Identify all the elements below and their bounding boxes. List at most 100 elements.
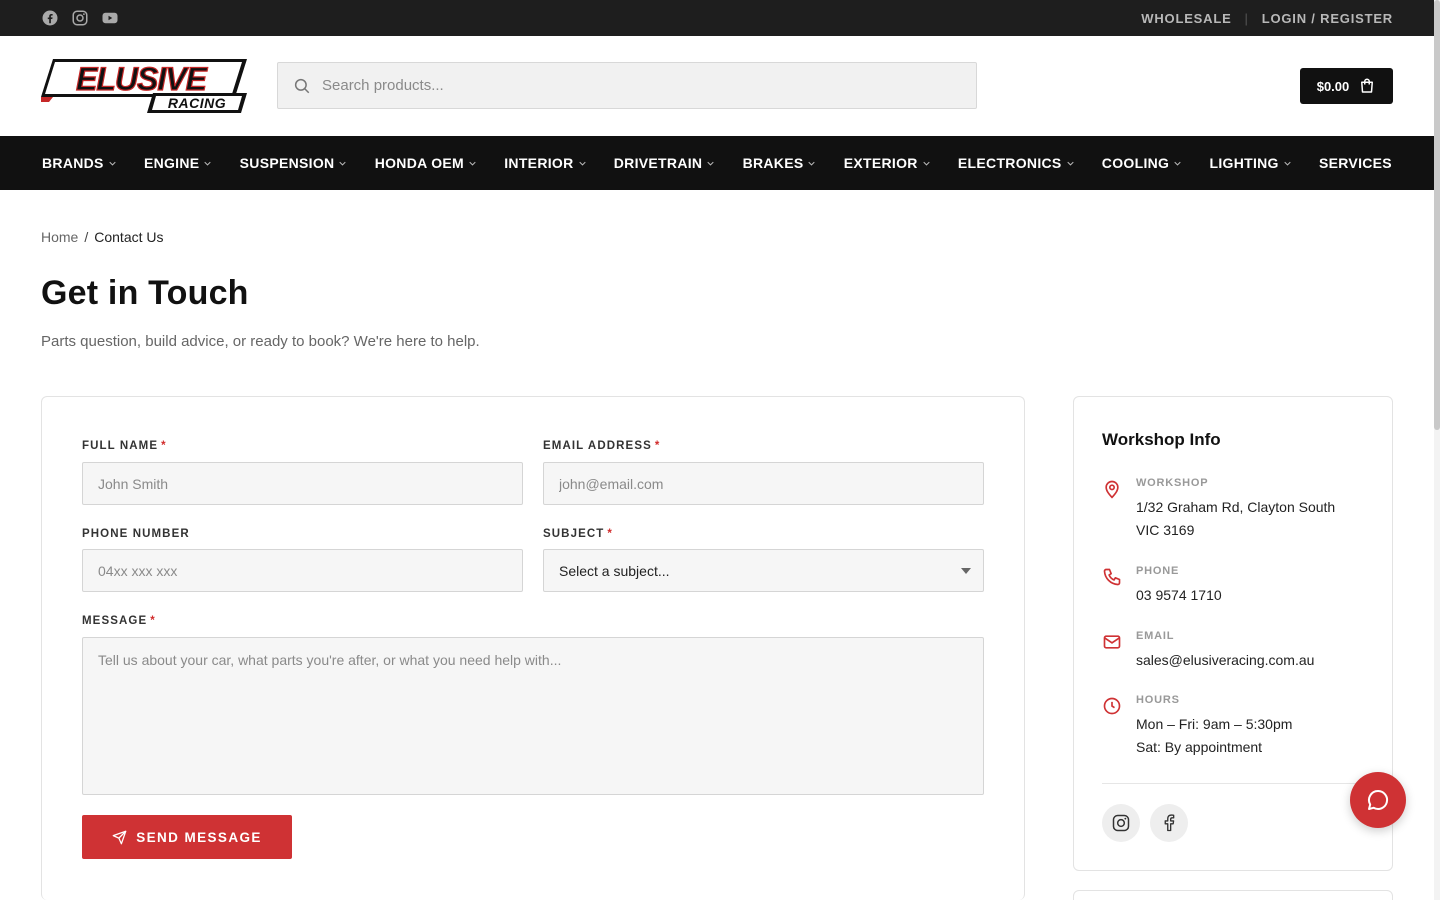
phone-label-text: PHONE NUMBER — [82, 528, 190, 540]
message-label: MESSAGE * — [82, 615, 156, 627]
subject-label: SUBJECT * — [543, 528, 613, 540]
nav-item-brands[interactable]: BRANDS — [42, 155, 116, 171]
top-link-separator: | — [1244, 10, 1249, 26]
map-pin-icon — [1105, 480, 1119, 499]
email-label-text: EMAIL ADDRESS — [543, 440, 652, 452]
workshop-info-card: Workshop Info WORKSHOP 1/32 Graham Rd, C… — [1073, 396, 1393, 871]
subject-select[interactable]: Select a subject... — [543, 549, 984, 592]
workshop-info-title: Workshop Info — [1102, 430, 1221, 449]
svg-text:RACING: RACING — [168, 95, 226, 111]
email-input[interactable] — [543, 462, 984, 505]
youtube-icon[interactable] — [101, 9, 119, 27]
email-label: EMAIL — [1136, 630, 1175, 642]
workshop-address: WORKSHOP 1/32 Graham Rd, Clayton South V… — [1102, 477, 1335, 542]
facebook-icon[interactable] — [1150, 804, 1188, 842]
nav-item-exterior[interactable]: EXTERIOR — [844, 155, 930, 171]
chevron-down-icon — [1174, 161, 1181, 166]
site-header: ELUSIVE RACING $0.00 — [0, 36, 1440, 136]
top-social-links — [41, 9, 119, 27]
nav-item-suspension[interactable]: SUSPENSION — [240, 155, 347, 171]
instagram-icon[interactable] — [71, 9, 89, 27]
full-name-label-text: FULL NAME — [82, 440, 159, 452]
nav-item-services[interactable]: SERVICES — [1319, 155, 1392, 171]
nav-item-label: BRAKES — [742, 155, 804, 171]
required-marker: * — [150, 615, 156, 627]
chevron-down-icon — [808, 161, 816, 166]
chevron-down-icon — [1066, 161, 1074, 166]
chevron-down-icon — [204, 161, 212, 166]
message-textarea[interactable] — [82, 637, 984, 795]
cart-total: $0.00 — [1316, 78, 1350, 94]
nav-item-label: SUSPENSION — [239, 155, 335, 171]
contact-form: FULL NAME* EMAIL ADDRESS* PHONE NUMBER S… — [41, 396, 1025, 900]
breadcrumb-home[interactable]: Home — [41, 229, 78, 245]
site-logo[interactable]: ELUSIVE RACING — [41, 57, 247, 115]
info-divider — [1102, 783, 1364, 784]
scrollbar-thumb[interactable] — [1434, 0, 1440, 430]
chat-bubble-icon[interactable] — [1350, 772, 1406, 828]
nav-item-interior[interactable]: INTERIOR — [504, 155, 586, 171]
nav-item-cooling[interactable]: COOLING — [1102, 155, 1181, 171]
wholesale-link[interactable]: WHOLESALE — [1141, 11, 1231, 26]
nav-item-label: BRANDS — [42, 155, 104, 171]
email-label: EMAIL ADDRESS * — [543, 440, 660, 452]
phone-icon — [1103, 568, 1121, 586]
subject-selected-value: Select a subject... — [559, 562, 670, 579]
page-scrollbar[interactable] — [1434, 0, 1440, 900]
search-icon — [294, 78, 310, 93]
nav-item-label: ENGINE — [143, 155, 200, 171]
page-subtitle: Parts question, build advice, or ready t… — [41, 333, 480, 350]
nav-item-label: EXTERIOR — [843, 155, 918, 171]
workshop-phone: PHONE 03 9574 1710 — [1102, 565, 1222, 607]
send-message-label: SEND MESSAGE — [136, 829, 262, 845]
facebook-icon[interactable] — [41, 9, 59, 27]
required-marker: * — [161, 440, 167, 452]
workshop-email: EMAIL sales@elusiveracing.com.au — [1102, 630, 1314, 672]
required-marker: * — [654, 440, 661, 452]
phone-input[interactable] — [82, 549, 523, 592]
message-label-text: MESSAGE — [82, 615, 148, 627]
workshop-hours: HOURS Mon – Fri: 9am – 5:30pm Sat: By ap… — [1102, 694, 1292, 759]
clock-icon — [1103, 697, 1121, 715]
login-register-link[interactable]: LOGIN / REGISTER — [1262, 11, 1393, 26]
phone-number[interactable]: 03 9574 1710 — [1136, 584, 1222, 607]
chevron-down-icon — [923, 161, 930, 166]
address-line-2: VIC 3169 — [1136, 522, 1195, 538]
nav-item-electronics[interactable]: ELECTRONICS — [958, 155, 1074, 171]
instagram-icon[interactable] — [1102, 804, 1140, 842]
mail-icon — [1103, 635, 1121, 649]
breadcrumb: Home / Contact Us — [41, 229, 164, 245]
search-bar[interactable] — [277, 62, 977, 109]
svg-text:ELUSIVE: ELUSIVE — [76, 61, 209, 97]
email-address[interactable]: sales@elusiveracing.com.au — [1136, 649, 1314, 672]
nav-item-label: DRIVETRAIN — [613, 155, 703, 171]
nav-item-label: LIGHTING — [1209, 155, 1279, 171]
search-input[interactable] — [322, 77, 922, 94]
nav-item-brakes[interactable]: BRAKES — [743, 155, 816, 171]
nav-item-label: HONDA OEM — [374, 155, 464, 171]
breadcrumb-separator: / — [84, 229, 89, 245]
full-name-label: FULL NAME * — [82, 440, 167, 452]
subject-label-text: SUBJECT — [543, 528, 605, 540]
nav-item-honda-oem[interactable]: HONDA OEM — [375, 155, 476, 171]
nav-item-drivetrain[interactable]: DRIVETRAIN — [614, 155, 715, 171]
nav-item-label: SERVICES — [1319, 155, 1392, 171]
hours-weekdays: Mon – Fri: 9am – 5:30pm — [1136, 716, 1293, 732]
shopping-bag-icon — [1361, 78, 1374, 93]
nav-item-engine[interactable]: ENGINE — [143, 155, 212, 171]
chevron-down-icon — [578, 161, 586, 166]
full-name-input[interactable] — [82, 462, 523, 505]
chevron-down-icon — [109, 161, 116, 166]
workshop-label: WORKSHOP — [1136, 477, 1209, 489]
address-line-1: 1/32 Graham Rd, Clayton South — [1136, 499, 1336, 515]
cart-button[interactable]: $0.00 — [1300, 68, 1393, 104]
phone-label: PHONE — [1136, 565, 1180, 577]
send-message-button[interactable]: SEND MESSAGE — [82, 815, 292, 859]
chevron-down-icon — [469, 161, 476, 166]
secondary-info-card — [1073, 890, 1393, 900]
chevron-down-icon — [339, 161, 347, 166]
hours-label: HOURS — [1136, 694, 1180, 706]
nav-item-lighting[interactable]: LIGHTING — [1209, 155, 1291, 171]
top-bar: WHOLESALE | LOGIN / REGISTER — [0, 0, 1440, 36]
nav-item-label: COOLING — [1101, 155, 1170, 171]
